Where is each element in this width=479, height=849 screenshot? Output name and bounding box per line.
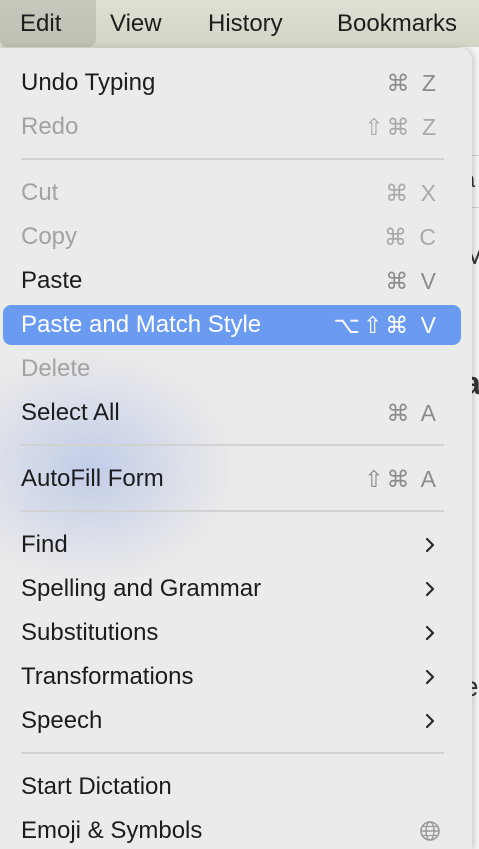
menu-item-label: Substitutions (21, 619, 159, 646)
menu-item-label: Paste and Match Style (21, 311, 262, 338)
menu-separator (21, 158, 444, 160)
menu-item-label: Redo (21, 113, 79, 140)
menu-item-label: Start Dictation (21, 773, 172, 800)
menu-item-copy[interactable]: Copy ⌘ C (3, 217, 461, 257)
menu-bar-history[interactable]: History (208, 0, 283, 47)
menu-bar-edit[interactable]: Edit (0, 0, 96, 47)
menu-item-label: Select All (21, 399, 120, 426)
shortcut-label: ⇧⌘ A (364, 466, 439, 492)
shortcut-label: ⌘ X (385, 180, 439, 206)
shortcut-label: ⇧⌘ Z (364, 114, 439, 140)
menu-item-substitutions[interactable]: Substitutions (3, 613, 461, 653)
menu-separator (21, 510, 444, 512)
globe-icon (420, 821, 440, 841)
menu-item-paste[interactable]: Paste ⌘ V (3, 261, 461, 301)
menu-item-label: Cut (21, 179, 59, 206)
shortcut-label: ⌘ A (386, 400, 439, 426)
menu-item-label: Transformations (21, 663, 194, 690)
menu-item-spelling-and-grammar[interactable]: Spelling and Grammar (3, 569, 461, 609)
menu-item-label: Copy (21, 223, 78, 250)
chevron-right-icon (425, 713, 435, 729)
shortcut-label: ⌘ V (385, 268, 439, 294)
menu-separator (21, 752, 444, 754)
menu-item-autofill-form[interactable]: AutoFill Form ⇧⌘ A (3, 459, 461, 499)
menu-item-label: Paste (21, 267, 83, 294)
menu-item-cut[interactable]: Cut ⌘ X (3, 173, 461, 213)
menu-item-start-dictation[interactable]: Start Dictation (3, 767, 461, 807)
menu-item-paste-and-match-style[interactable]: Paste and Match Style ⌥⇧⌘ V (3, 305, 461, 345)
menu-bar: Edit View History Bookmarks (0, 0, 479, 47)
menu-item-label: Speech (21, 707, 103, 734)
menu-item-label: Spelling and Grammar (21, 575, 262, 602)
menu-item-emoji-and-symbols[interactable]: Emoji & Symbols (3, 811, 461, 849)
chevron-right-icon (425, 537, 435, 553)
shortcut-label: ⌘ C (384, 224, 439, 250)
edit-menu: Undo Typing ⌘ Z Redo ⇧⌘ Z Cut ⌘ X Copy ⌘… (0, 48, 472, 849)
menu-item-label: AutoFill Form (21, 465, 164, 492)
menu-item-redo[interactable]: Redo ⇧⌘ Z (3, 107, 461, 147)
chevron-right-icon (425, 669, 435, 685)
menu-item-label: Emoji & Symbols (21, 817, 203, 844)
menu-bar-bookmarks[interactable]: Bookmarks (337, 0, 457, 47)
menu-item-delete[interactable]: Delete (3, 349, 461, 389)
chevron-right-icon (425, 581, 435, 597)
shortcut-label: ⌘ Z (386, 70, 439, 96)
menu-item-undo-typing[interactable]: Undo Typing ⌘ Z (3, 63, 461, 103)
menu-item-speech[interactable]: Speech (3, 701, 461, 741)
menu-item-label: Delete (21, 355, 91, 382)
menu-separator (21, 444, 444, 446)
menu-item-find[interactable]: Find (3, 525, 461, 565)
menu-item-label: Undo Typing (21, 69, 156, 96)
menu-item-transformations[interactable]: Transformations (3, 657, 461, 697)
shortcut-label: ⌥⇧⌘ V (333, 312, 439, 338)
chevron-right-icon (425, 625, 435, 641)
menu-item-label: Find (21, 531, 68, 558)
menu-item-select-all[interactable]: Select All ⌘ A (3, 393, 461, 433)
menu-bar-view[interactable]: View (110, 0, 162, 47)
